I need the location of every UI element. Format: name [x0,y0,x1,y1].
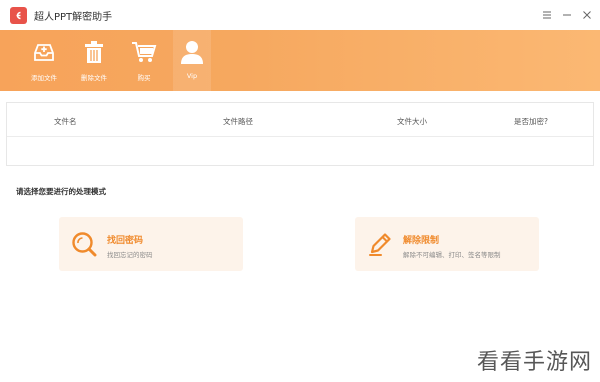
trash-icon [81,38,107,66]
title-bar: 超人PPT解密助手 [0,0,600,30]
buy-label: 购买 [137,74,151,82]
column-encrypted[interactable]: 是否加密? [514,116,548,127]
vip-button[interactable]: Vip [173,30,211,91]
app-logo-icon [10,7,27,24]
cart-icon [131,38,157,66]
remove-restriction-subtitle: 解除不可编辑、打印、签名等限制 [403,251,501,259]
delete-file-button[interactable]: 删除文件 [75,30,113,91]
delete-file-label: 删除文件 [81,74,107,82]
close-icon[interactable] [580,8,594,22]
site-watermark: 看看手游网 [476,350,592,375]
vip-label: Vip [186,72,198,80]
column-file-path[interactable]: 文件路径 [223,116,253,127]
menu-icon[interactable] [540,8,554,22]
mode-prompt: 请选择您要进行的处理模式 [16,187,106,196]
recover-password-card[interactable]: 找回密码 找回忘记的密码 [59,217,243,271]
recover-password-subtitle: 找回忘记的密码 [107,251,153,259]
window-title: 超人PPT解密助手 [34,12,113,23]
buy-button[interactable]: 购买 [125,30,163,91]
recover-password-title: 找回密码 [107,236,144,246]
file-table: 文件名 文件路径 文件大小 是否加密? [6,102,594,166]
add-file-label: 添加文件 [31,74,57,82]
search-icon [71,231,97,257]
window-controls [540,5,594,25]
remove-restriction-card[interactable]: 解除限制 解除不可编辑、打印、签名等限制 [355,217,539,271]
toolbar: 添加文件 删除文件 购买 Vip [0,30,600,91]
minimize-icon[interactable] [560,8,574,22]
remove-restriction-title: 解除限制 [403,236,440,246]
column-file-size[interactable]: 文件大小 [397,116,427,127]
table-header: 文件名 文件路径 文件大小 是否加密? [7,103,593,137]
user-icon [179,38,205,66]
add-file-button[interactable]: 添加文件 [25,30,63,91]
add-file-icon [31,38,57,66]
pencil-icon [367,231,393,257]
column-file-name[interactable]: 文件名 [54,116,77,127]
